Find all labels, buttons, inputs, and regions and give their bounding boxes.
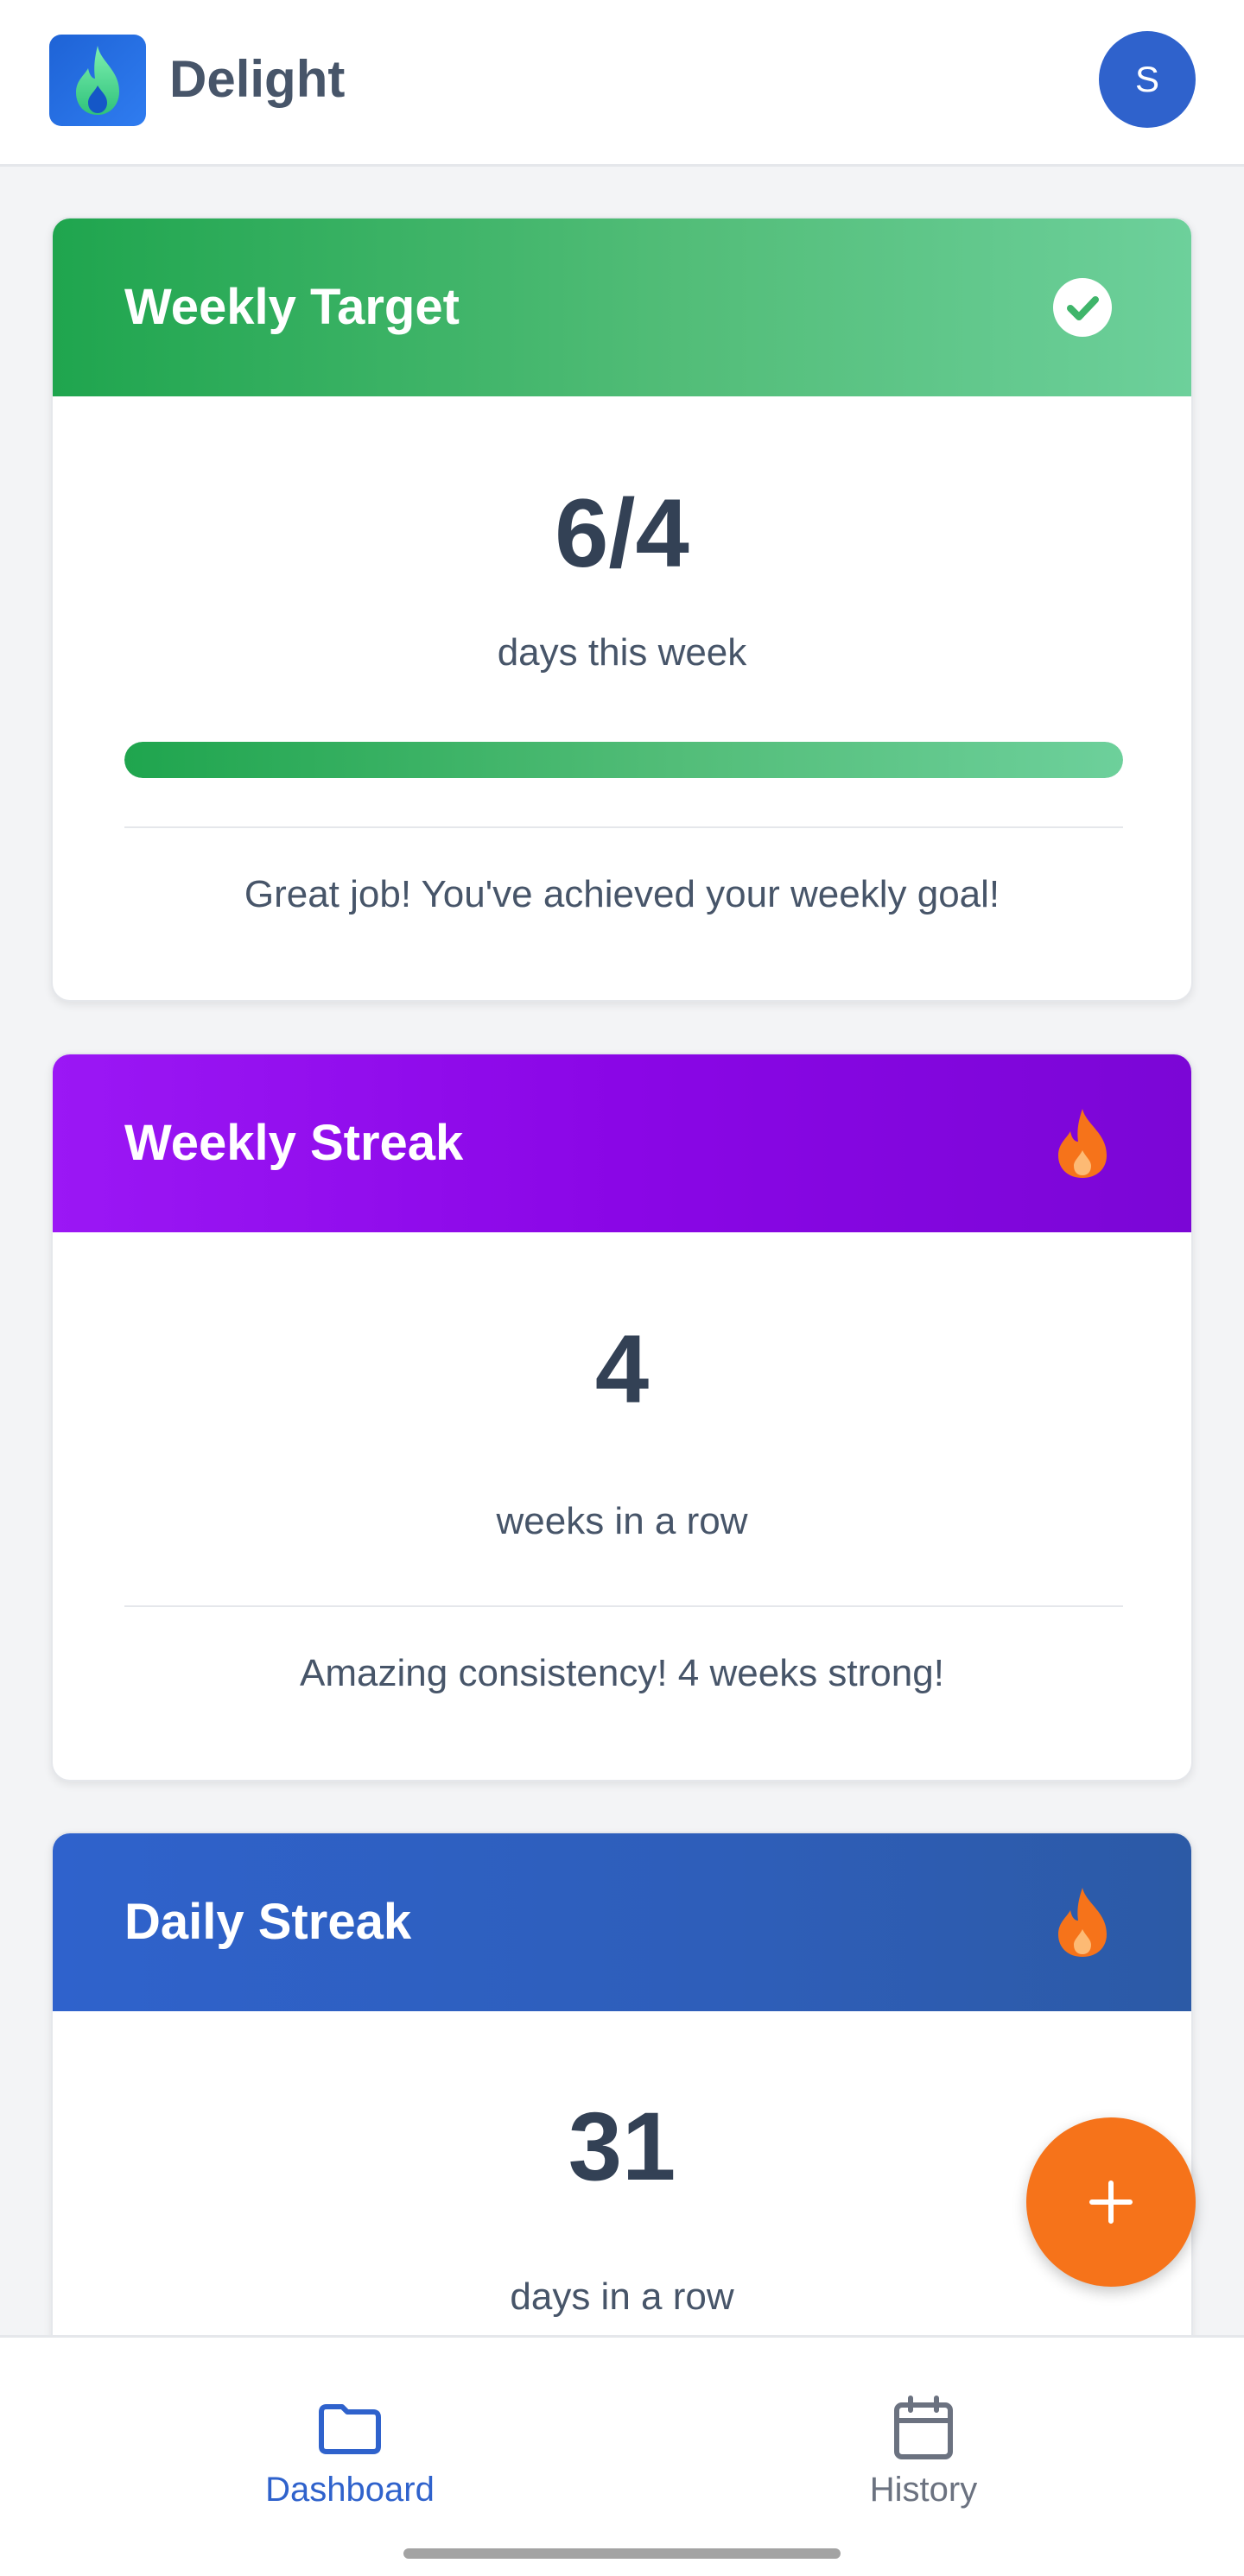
weekly-target-card: Weekly Target 6/4 days this week Great j…	[51, 217, 1193, 1002]
weekly-streak-header: Weekly Streak	[53, 1054, 1191, 1232]
weekly-target-message: Great job! You've achieved your weekly g…	[244, 873, 1000, 915]
nav-item-dashboard[interactable]: Dashboard	[194, 2338, 505, 2528]
bottom-nav: Dashboard History	[0, 2335, 1244, 2576]
nav-item-history[interactable]: History	[768, 2338, 1079, 2528]
app-header: Delight S	[0, 0, 1244, 167]
weekly-streak-message: Amazing consistency! 4 weeks strong!	[300, 1652, 944, 1694]
weekly-target-caption: days this week	[497, 631, 747, 674]
add-entry-button[interactable]	[1026, 2117, 1196, 2287]
daily-streak-card: Daily Streak 31 days in a row	[51, 1832, 1193, 2384]
daily-streak-title: Daily Streak	[124, 1894, 412, 1950]
user-avatar[interactable]: S	[1099, 31, 1196, 128]
check-circle-icon	[1053, 278, 1112, 337]
calendar-icon	[894, 2396, 953, 2459]
divider	[124, 1605, 1123, 1607]
weekly-streak-caption: weeks in a row	[496, 1500, 748, 1542]
weekly-target-progress-fill	[124, 742, 1123, 778]
daily-streak-value: 31	[568, 2092, 676, 2200]
folder-icon	[319, 2404, 381, 2454]
daily-streak-header: Daily Streak	[53, 1833, 1191, 2011]
home-indicator	[403, 2548, 841, 2559]
weekly-streak-value: 4	[594, 1315, 650, 1423]
flame-icon	[1058, 1109, 1107, 1178]
flame-icon	[1058, 1888, 1107, 1957]
weekly-target-title: Weekly Target	[124, 279, 460, 335]
app-title: Delight	[169, 50, 346, 108]
weekly-target-value: 6/4	[555, 479, 689, 587]
daily-streak-caption: days in a row	[510, 2275, 734, 2318]
plus-icon	[1089, 2180, 1133, 2224]
flame-logo-icon	[76, 46, 119, 115]
weekly-target-header: Weekly Target	[53, 218, 1191, 396]
weekly-streak-title: Weekly Streak	[124, 1115, 464, 1171]
weekly-streak-card: Weekly Streak 4 weeks in a row Amazing c…	[51, 1053, 1193, 1782]
divider	[124, 826, 1123, 828]
weekly-target-progress-bar	[124, 742, 1123, 778]
nav-label-history: History	[869, 2471, 978, 2509]
nav-label-dashboard: Dashboard	[265, 2471, 435, 2509]
app-logo[interactable]	[49, 35, 146, 126]
